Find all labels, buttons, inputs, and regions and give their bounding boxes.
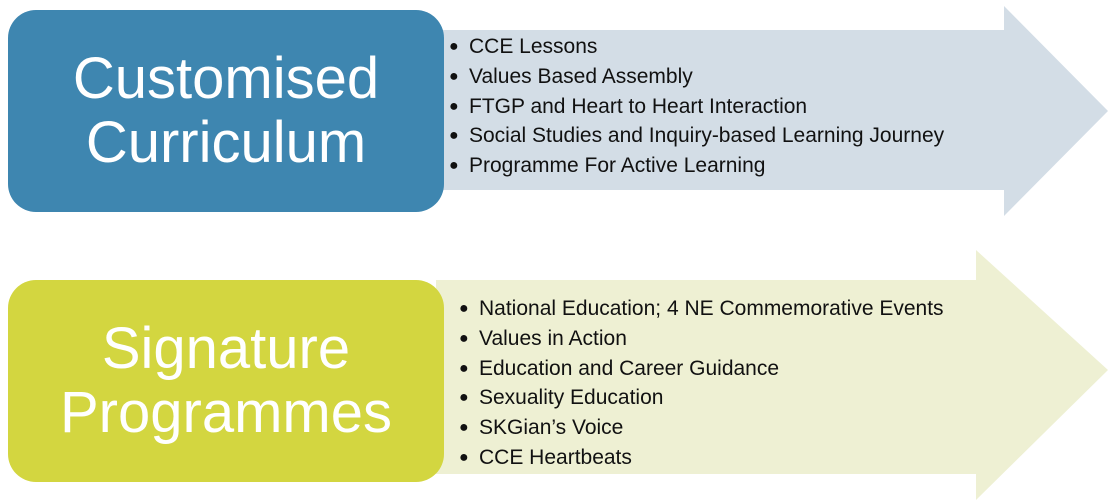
bullet-icon: ● (449, 38, 459, 55)
bullet-icon: ● (449, 67, 459, 85)
title-line-2: Programmes (60, 380, 392, 445)
bullet-icon: ● (459, 300, 469, 317)
list-item: ● National Education; 4 NE Commemorative … (457, 294, 944, 324)
bullet-icon: ● (449, 127, 459, 145)
list-item: ● Values Based Assembly (447, 62, 944, 92)
list-item: ● Education and Career Guidance (457, 354, 944, 384)
bullet-icon: ● (449, 157, 459, 175)
title-line-2: Curriculum (85, 110, 367, 175)
programmes-list: ● National Education; 4 NE Commemorative … (457, 294, 944, 473)
list-item: ● Programme For Active Learning (447, 151, 944, 181)
bullet-icon: ● (459, 448, 469, 466)
curriculum-list: ● CCE Lessons ● Values Based Assembly ● FTG… (447, 32, 944, 181)
section-customised-curriculum: Customised Curriculum ● CCE Lessons ● Valu… (0, 0, 1111, 230)
title-box-programmes: Signature Programmes (8, 280, 444, 482)
list-item: ● FTGP and Heart to Heart Interaction (447, 92, 944, 122)
bullet-icon: ● (459, 359, 469, 377)
list-item: ● Values in Action (457, 324, 944, 354)
bullet-icon: ● (449, 97, 459, 115)
title-line-1: Customised (72, 46, 380, 111)
list-item: ● SKGian’s Voice (457, 413, 944, 443)
list-item: ● CCE Heartbeats (457, 443, 944, 473)
section-signature-programmes: Signature Programmes ● National Education… (0, 248, 1111, 502)
title-box-curriculum: Customised Curriculum (8, 10, 444, 212)
title-line-1: Signature (101, 316, 351, 381)
list-item: ● Sexuality Education (457, 383, 944, 413)
list-item: ● CCE Lessons (447, 32, 944, 62)
bullet-icon: ● (459, 329, 469, 347)
bullet-icon: ● (459, 419, 469, 437)
list-item: ● Social Studies and Inquiry-based Learni… (447, 121, 944, 151)
bullet-icon: ● (459, 389, 469, 407)
